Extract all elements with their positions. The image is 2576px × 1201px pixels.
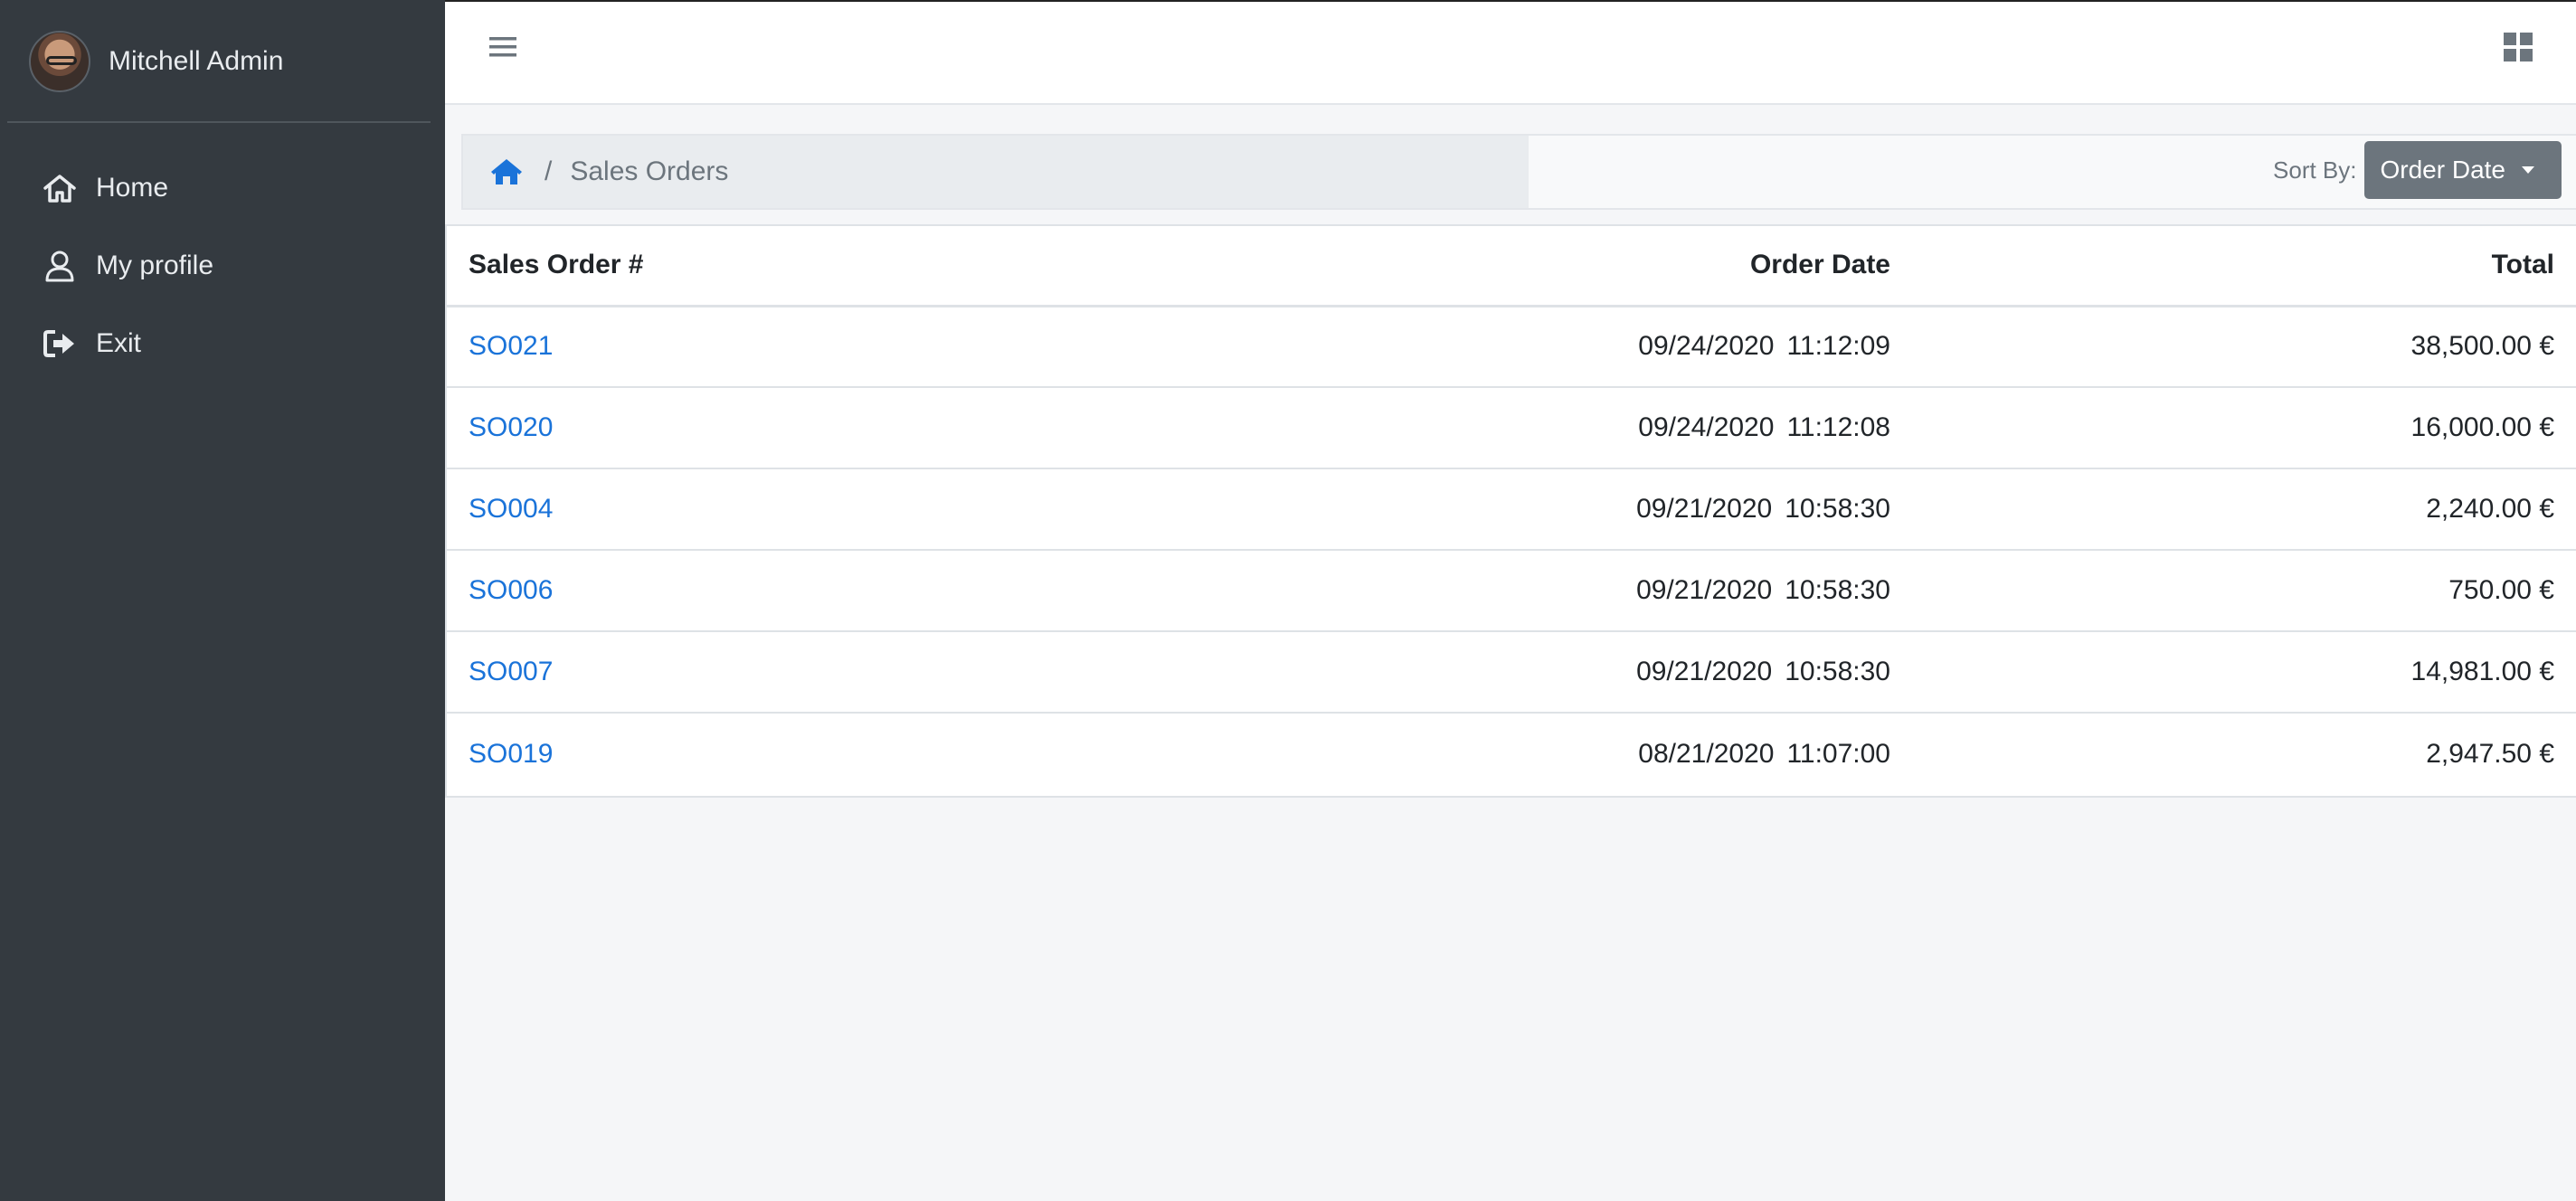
order-time: 10:58:30 [1785, 657, 1890, 686]
portal-app: Mitchell Admin Home My profile Exit / Sa… [0, 0, 2576, 1201]
apps-grid-icon[interactable] [2500, 29, 2536, 65]
column-header-total: Total [1912, 226, 2576, 307]
order-link[interactable]: SO019 [469, 739, 553, 769]
order-date: 09/21/2020 [1636, 657, 1773, 686]
sidebar-item-label: Home [96, 173, 169, 203]
order-date: 09/24/2020 [1638, 331, 1775, 362]
sort-label: Sort By: [2273, 156, 2357, 184]
order-time: 11:07:00 [1786, 738, 1890, 769]
column-header-order: Sales Order # [447, 226, 1189, 307]
user-icon [42, 248, 78, 284]
order-total: 14,981.00 € [1912, 631, 2576, 714]
order-total: 750.00 € [1912, 550, 2576, 632]
column-header-date: Order Date [1189, 226, 1912, 307]
sidebar-item-label: Exit [96, 328, 142, 358]
table-row[interactable]: SO004 09/21/2020 10:58:30 2,240.00 € [447, 468, 2576, 551]
sidebar-item-label: My profile [96, 251, 214, 280]
order-time: 10:58:30 [1785, 494, 1890, 524]
table-row[interactable]: SO007 09/21/2020 10:58:30 14,981.00 € [447, 631, 2576, 714]
order-time: 11:12:09 [1786, 331, 1890, 362]
breadcrumb-current: Sales Orders [570, 156, 729, 186]
sort-control: Sort By: Order Date [2273, 141, 2576, 199]
sales-orders-table: Sales Order # Order Date Total SO021 09/… [445, 224, 2576, 798]
sidebar-item-my-profile[interactable]: My profile [42, 239, 421, 293]
hamburger-icon[interactable] [485, 31, 521, 63]
sidebar-item-home[interactable]: Home [42, 161, 421, 215]
order-total: 16,000.00 € [1912, 387, 2576, 469]
breadcrumb: / Sales Orders [463, 136, 1529, 208]
sort-value: Order Date [2380, 156, 2506, 184]
order-link[interactable]: SO007 [469, 657, 553, 686]
order-date: 08/21/2020 [1638, 738, 1775, 769]
order-total: 2,240.00 € [1912, 468, 2576, 551]
order-link[interactable]: SO021 [469, 331, 553, 361]
order-date: 09/24/2020 [1638, 412, 1775, 442]
order-date: 09/21/2020 [1636, 494, 1773, 524]
order-total: 2,947.50 € [2426, 738, 2554, 769]
order-link[interactable]: SO006 [469, 575, 553, 605]
table-row[interactable]: SO021 09/24/2020 11:12:09 38,500.00 € [447, 306, 2576, 388]
sort-dropdown-button[interactable]: Order Date [2363, 141, 2562, 199]
sign-out-icon [42, 326, 78, 362]
table-header-row: Sales Order # Order Date Total [447, 226, 2576, 307]
sidebar-item-exit[interactable]: Exit [42, 317, 421, 371]
breadcrumb-bar: / Sales Orders Sort By: Order Date [461, 134, 2576, 210]
table-row[interactable]: SO006 09/21/2020 10:58:30 750.00 € [447, 550, 2576, 632]
home-icon [42, 170, 78, 206]
order-date: 09/21/2020 [1636, 575, 1773, 605]
sidebar: Mitchell Admin Home My profile Exit [0, 0, 445, 1201]
order-link[interactable]: SO020 [469, 412, 553, 442]
home-icon[interactable] [490, 156, 525, 187]
table-row[interactable]: SO020 09/24/2020 11:12:08 16,000.00 € [447, 387, 2576, 469]
user-panel[interactable]: Mitchell Admin [0, 0, 445, 123]
order-link[interactable]: SO004 [469, 494, 553, 524]
table-row[interactable]: SO019 08/21/2020 11:07:00 2,947.50 € [447, 713, 2576, 794]
breadcrumb-separator: / [545, 156, 553, 186]
top-bar [445, 0, 2576, 105]
order-time: 10:58:30 [1785, 575, 1890, 605]
sidebar-divider [7, 121, 431, 123]
avatar [29, 31, 90, 92]
caret-down-icon [2522, 166, 2534, 174]
order-total: 38,500.00 € [1912, 306, 2576, 388]
user-name: Mitchell Admin [109, 46, 284, 76]
order-time: 11:12:08 [1786, 412, 1890, 442]
